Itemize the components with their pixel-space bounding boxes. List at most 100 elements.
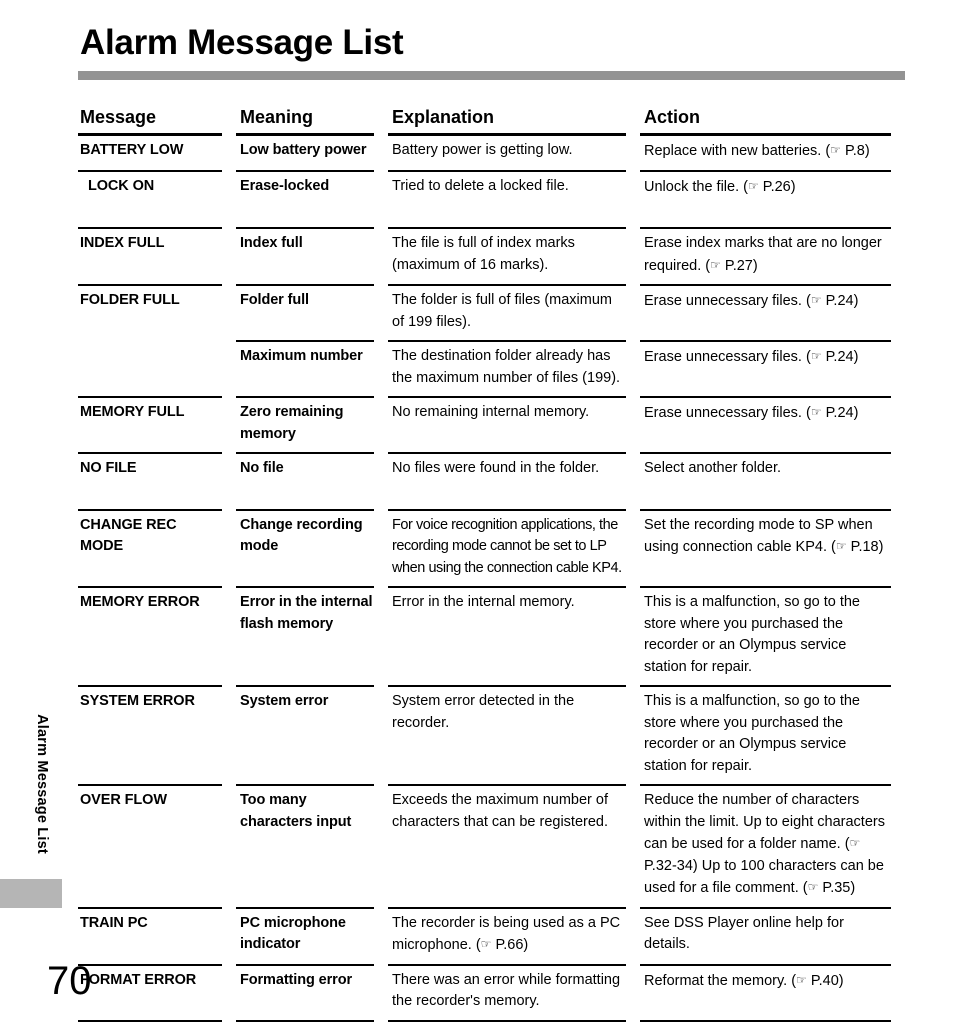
- page-title: Alarm Message List: [80, 23, 404, 62]
- cell-action-text: See DSS Player online help for details.: [644, 914, 844, 953]
- cell-meaning: Change recording mode: [236, 511, 388, 587]
- cell-meaning-text: Zero remaining memory: [240, 404, 344, 442]
- cell-action: This is a malfunction, so go to the stor…: [640, 687, 905, 784]
- cell-message: BATTERY LOW: [78, 136, 236, 170]
- cell-explanation: The recorder is being used as a PC micro…: [388, 909, 640, 964]
- cell-explanation-text: There was an error while formatting the …: [392, 971, 621, 1010]
- row-spacer-cell: [78, 487, 236, 509]
- cell-action: Reformat the memory. (☞ P.40): [640, 966, 905, 1020]
- cell-explanation: System error detected in the recorder.: [388, 687, 640, 784]
- row-spacer-cell: [78, 205, 236, 227]
- cell-meaning-text: Change recording mode: [240, 516, 363, 555]
- column-header-message: Message: [80, 107, 157, 127]
- cell-explanation-text: Battery power is getting low.: [392, 142, 573, 158]
- cell-message-text: FOLDER FULL: [80, 292, 180, 308]
- cell-action: Erase unnecessary files. (☞ P.24): [640, 398, 905, 452]
- cell-meaning: Too many characters input: [236, 786, 388, 907]
- cell-meaning-text: Index full: [240, 235, 303, 251]
- cell-meaning-text: Error in the internal flash memory: [240, 594, 373, 632]
- cell-explanation: No files were found in the folder.: [388, 454, 640, 487]
- page-reference-hand-icon: ☞: [807, 880, 819, 894]
- cell-meaning-text: System error: [240, 693, 329, 709]
- table-row: OVER FLOW Too many characters input Exceed…: [78, 786, 905, 907]
- cell-message-text: FORMAT ERROR: [80, 971, 197, 988]
- row-spacer: [78, 205, 905, 227]
- cell-action-text: Set the recording mode to SP when using …: [644, 516, 884, 556]
- cell-message: [78, 342, 236, 396]
- row-separator: [78, 1019, 905, 1022]
- cell-meaning: Formatting error: [236, 966, 388, 1020]
- cell-action-text: This is a malfunction, so go to the stor…: [644, 693, 860, 774]
- table-row: LOCK ON Erase-locked Tried to delete a loc…: [78, 172, 905, 206]
- cell-action-text: Erase index marks that are no longer req…: [644, 235, 882, 274]
- cell-explanation-text: The destination folder already has the m…: [392, 348, 621, 386]
- cell-message-text: SYSTEM ERROR: [80, 693, 195, 709]
- page-reference-hand-icon: ☞: [830, 143, 841, 157]
- cell-meaning-text: Folder full: [240, 292, 309, 308]
- row-spacer-cell: [236, 205, 388, 227]
- alarm-message-table: Message Meaning Explanation Action BATTE…: [78, 106, 905, 1022]
- cell-action: Erase unnecessary files. (☞ P.24): [640, 342, 905, 396]
- cell-message: MEMORY ERROR: [78, 588, 236, 685]
- cell-action-text: This is a malfunction, so go to the stor…: [644, 594, 860, 675]
- cell-explanation-text: The folder is full of files (maximum of …: [392, 292, 612, 330]
- cell-message: SYSTEM ERROR: [78, 687, 236, 784]
- table-row: MEMORY ERROR Error in the internal flash …: [78, 588, 905, 685]
- cell-message: FORMAT ERROR: [78, 966, 236, 1020]
- table-row: BATTERY LOW Low battery power Battery powe…: [78, 136, 905, 170]
- cell-action: Erase index marks that are no longer req…: [640, 229, 905, 284]
- cell-explanation-text: No remaining internal memory.: [392, 404, 590, 420]
- rule-segment: [640, 1019, 905, 1022]
- page-reference-hand-icon: ☞: [796, 972, 807, 987]
- cell-meaning-text: Low battery power: [240, 142, 367, 158]
- cell-explanation-text: For voice recognition applications, the …: [392, 516, 622, 576]
- cell-explanation: There was an error while formatting the …: [388, 966, 640, 1020]
- cell-message-text: MEMORY ERROR: [80, 594, 200, 610]
- cell-message-text: CHANGE REC MODE: [80, 516, 177, 555]
- cell-action-text: Erase unnecessary files. (☞ P.24): [644, 349, 859, 365]
- cell-message: MEMORY FULL: [78, 398, 236, 452]
- cell-action-text: Replace with new batteries. (☞ P.8): [644, 143, 870, 159]
- cell-message: NO FILE: [78, 454, 236, 487]
- cell-explanation: Exceeds the maximum number of characters…: [388, 786, 640, 907]
- cell-message: TRAIN PC: [78, 909, 236, 964]
- cell-meaning: Error in the internal flash memory: [236, 588, 388, 685]
- cell-message-text: NO FILE: [80, 460, 137, 476]
- title-underline-rule: [78, 71, 905, 80]
- cell-action-text: Erase unnecessary files. (☞ P.24): [644, 405, 859, 421]
- cell-message: OVER FLOW: [78, 786, 236, 907]
- page-reference-hand-icon: ☞: [849, 836, 861, 850]
- page-reference-hand-icon: ☞: [810, 349, 822, 363]
- table-row: CHANGE REC MODE Change recording mode For …: [78, 511, 905, 587]
- page-reference-hand-icon: ☞: [480, 937, 492, 951]
- cell-action-text: Reformat the memory. (☞ P.40): [644, 972, 844, 989]
- cell-meaning-text: No file: [240, 460, 284, 476]
- cell-meaning: No file: [236, 454, 388, 487]
- cell-meaning: PC microphone indicator: [236, 909, 388, 964]
- column-header-meaning: Meaning: [240, 107, 314, 127]
- table-header-row: Message Meaning Explanation Action: [78, 106, 905, 133]
- cell-meaning: Folder full: [236, 286, 388, 340]
- cell-action: This is a malfunction, so go to the stor…: [640, 588, 905, 685]
- cell-explanation: No remaining internal memory.: [388, 398, 640, 452]
- row-spacer: [78, 487, 905, 509]
- cell-action: See DSS Player online help for details.: [640, 909, 905, 964]
- cell-action: Erase unnecessary files. (☞ P.24): [640, 286, 905, 340]
- side-running-head: Alarm Message List: [34, 714, 50, 854]
- cell-meaning: Low battery power: [236, 136, 388, 170]
- cell-explanation-text: Error in the internal memory.: [392, 594, 575, 610]
- cell-explanation-text: System error detected in the recorder.: [392, 693, 575, 731]
- cell-action: Select another folder.: [640, 454, 905, 487]
- cell-action-text: Unlock the file. (☞ P.26): [644, 178, 796, 195]
- column-header-explanation: Explanation: [392, 107, 495, 127]
- table-row: Maximum number The destination folder alr…: [78, 342, 905, 396]
- cell-meaning-text: Erase-locked: [240, 177, 330, 194]
- cell-explanation-text: The recorder is being used as a PC micro…: [392, 914, 621, 954]
- cell-meaning-text: Formatting error: [240, 971, 352, 988]
- cell-action: Replace with new batteries. (☞ P.8): [640, 136, 905, 170]
- cell-message: FOLDER FULL: [78, 286, 236, 340]
- cell-explanation: Error in the internal memory.: [388, 588, 640, 685]
- row-spacer-cell: [640, 487, 905, 509]
- row-spacer-cell: [388, 487, 640, 509]
- page-reference-hand-icon: ☞: [810, 405, 822, 419]
